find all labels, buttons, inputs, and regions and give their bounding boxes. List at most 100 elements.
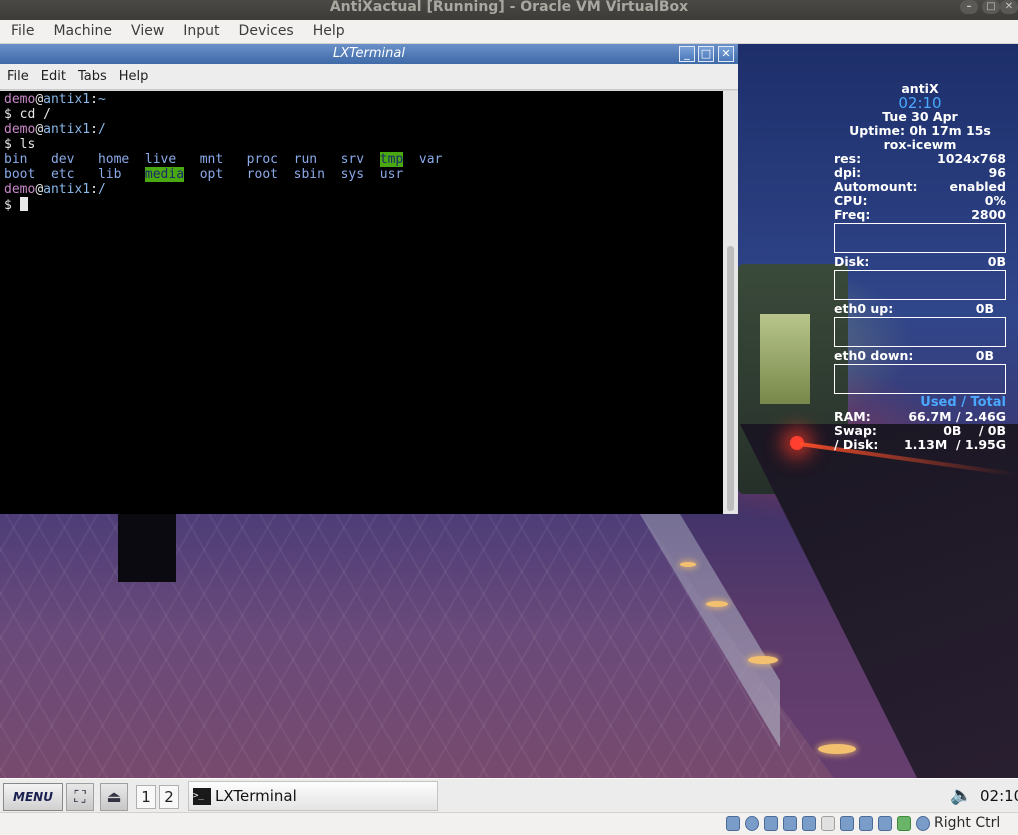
workspace-1-button[interactable]: 1 xyxy=(136,785,156,809)
ls-entry: usr xyxy=(379,167,404,182)
wallpaper-lamp xyxy=(818,744,856,754)
ls-entry: var xyxy=(418,152,443,167)
terminal-cursor xyxy=(19,197,28,211)
start-menu-button[interactable]: MENU xyxy=(3,783,63,811)
lxterminal-title: LXTerminal xyxy=(333,46,405,61)
taskbar-lxterminal-button[interactable]: >_ LXTerminal xyxy=(188,781,438,811)
guest-taskbar: MENU ⛶ ⏏ 1 2 >_ LXTerminal 🔈 02:10 xyxy=(0,778,1018,812)
ls-entry: boot xyxy=(4,167,36,182)
conky-cpu-graph xyxy=(834,223,1006,253)
ls-entry: tmp xyxy=(379,152,404,167)
lxterminal-menubar: File Edit Tabs Help xyxy=(0,64,738,90)
host-menu-machine[interactable]: Machine xyxy=(42,20,120,39)
conky-monitor: antiX 02:10 Tue 30 Apr Uptime: 0h 17m 15… xyxy=(834,82,1006,452)
host-key-label: Right Ctrl xyxy=(934,815,1001,831)
term-menu-help[interactable]: Help xyxy=(112,64,154,84)
conky-date: Tue 30 Apr xyxy=(882,109,958,124)
host-titlebar: AntiXactual [Running] - Oracle VM Virtua… xyxy=(0,0,1018,20)
host-menu-devices[interactable]: Devices xyxy=(228,20,302,39)
hard-disk-icon[interactable] xyxy=(726,816,740,831)
minimize-icon[interactable]: _ xyxy=(679,46,695,62)
host-menu-view[interactable]: View xyxy=(120,20,172,39)
conky-eth0-up-graph xyxy=(834,317,1006,347)
conky-eth0-down-graph xyxy=(834,364,1006,394)
virtualization-icon[interactable] xyxy=(878,816,892,831)
terminal-scrollbar[interactable] xyxy=(723,91,738,514)
conky-cpu: CPU: 0% xyxy=(834,193,1006,208)
wallpaper-lamp xyxy=(706,601,728,607)
ls-entry: dev xyxy=(50,152,75,167)
ls-entry: etc xyxy=(50,167,75,182)
ls-output-row: bin dev home live mnt proc run srv tmp v… xyxy=(4,152,719,167)
conky-wm: rox-icewm xyxy=(883,137,957,152)
display-icon[interactable] xyxy=(840,816,854,831)
term-menu-tabs[interactable]: Tabs xyxy=(71,64,112,84)
usb-icon[interactable] xyxy=(802,816,816,831)
host-statusbar: Right Ctrl xyxy=(0,812,1018,835)
ls-output-row: boot etc lib media opt root sbin sys usr xyxy=(4,167,719,182)
show-desktop-icon[interactable]: ⛶ xyxy=(66,783,94,811)
ls-entry: run xyxy=(293,152,318,167)
conky-res: res: 1024x768 xyxy=(834,151,1006,166)
audio-icon[interactable] xyxy=(764,816,778,831)
host-menu-help[interactable]: Help xyxy=(302,20,353,39)
recording-icon[interactable] xyxy=(859,816,873,831)
network-icon[interactable] xyxy=(783,816,797,831)
terminal-icon: >_ xyxy=(193,788,211,805)
close-icon[interactable]: ✕ xyxy=(1000,0,1018,14)
lxterminal-window[interactable]: LXTerminal _ □ ✕ File Edit Tabs Help demo@a… xyxy=(0,44,738,514)
shared-folders-icon[interactable] xyxy=(821,816,835,831)
conky-freq: Freq: 2800 xyxy=(834,207,1006,222)
maximize-icon[interactable]: □ xyxy=(982,0,1000,14)
ls-entry: home xyxy=(97,152,130,167)
ls-entry: sys xyxy=(340,167,365,182)
optical-drive-icon[interactable] xyxy=(745,816,759,831)
close-icon[interactable]: ✕ xyxy=(718,46,734,62)
minimize-icon[interactable]: – xyxy=(960,0,978,14)
host-menubar: File Machine View Input Devices Help xyxy=(0,20,1018,44)
workspace-2-button[interactable]: 2 xyxy=(159,785,179,809)
keyboard-capture-icon[interactable] xyxy=(916,816,930,831)
conky-uptime: Uptime: 0h 17m 15s xyxy=(849,123,991,138)
scrollbar-thumb[interactable] xyxy=(727,246,734,511)
eject-icon[interactable]: ⏏ xyxy=(100,783,128,811)
ls-entry: srv xyxy=(340,152,365,167)
wallpaper-train-window xyxy=(760,314,810,404)
conky-disk: Disk: 0B xyxy=(834,254,1006,269)
host-menu-input[interactable]: Input xyxy=(172,20,227,39)
taskbar-clock[interactable]: 02:10 xyxy=(980,787,1018,805)
ls-entry: lib xyxy=(97,167,122,182)
terminal-line: $ cd / xyxy=(4,107,51,122)
term-menu-edit[interactable]: Edit xyxy=(34,64,71,84)
ls-entry: opt xyxy=(199,167,224,182)
conky-automount: Automount: enabled xyxy=(834,179,1006,194)
lxterminal-titlebar[interactable]: LXTerminal _ □ ✕ xyxy=(0,44,738,64)
ls-entry: bin xyxy=(4,152,28,167)
conky-dpi: dpi: 96 xyxy=(834,165,1006,180)
wallpaper-pillar xyxy=(118,514,176,582)
ls-entry: root xyxy=(246,167,278,182)
ls-entry: sbin xyxy=(293,167,325,182)
conky-root-disk: / Disk: 1.13M / 1.95G xyxy=(834,437,1006,452)
wallpaper-lamp xyxy=(748,656,778,664)
ls-entry: media xyxy=(144,167,185,182)
guest-desktop: LXTerminal _ □ ✕ File Edit Tabs Help demo@a… xyxy=(0,44,1018,812)
terminal-prompt-line: $ xyxy=(4,197,719,213)
host-window-title: AntiXactual [Running] - Oracle VM Virtua… xyxy=(329,0,689,15)
term-menu-file[interactable]: File xyxy=(0,64,34,84)
maximize-icon[interactable]: □ xyxy=(698,46,714,62)
taskbar-task-label: LXTerminal xyxy=(215,787,297,805)
terminal-line: demo@antix1:~ xyxy=(4,92,106,107)
conky-swap: Swap: 0B / 0B xyxy=(834,423,1006,438)
ls-entry: mnt xyxy=(199,152,224,167)
conky-used-total-header: Used / Total xyxy=(920,395,1006,410)
terminal-line: demo@antix1:/ xyxy=(4,122,106,137)
terminal-line: $ ls xyxy=(4,137,36,152)
conky-disk-graph xyxy=(834,270,1006,300)
wallpaper-lamp xyxy=(680,562,696,567)
volume-icon[interactable]: 🔈 xyxy=(950,785,972,806)
mouse-integration-icon[interactable] xyxy=(897,816,911,831)
ls-entry: live xyxy=(144,152,177,167)
host-menu-file[interactable]: File xyxy=(0,20,42,39)
terminal-output[interactable]: demo@antix1:~ $ cd / demo@antix1:/$ ls bin … xyxy=(0,91,723,514)
